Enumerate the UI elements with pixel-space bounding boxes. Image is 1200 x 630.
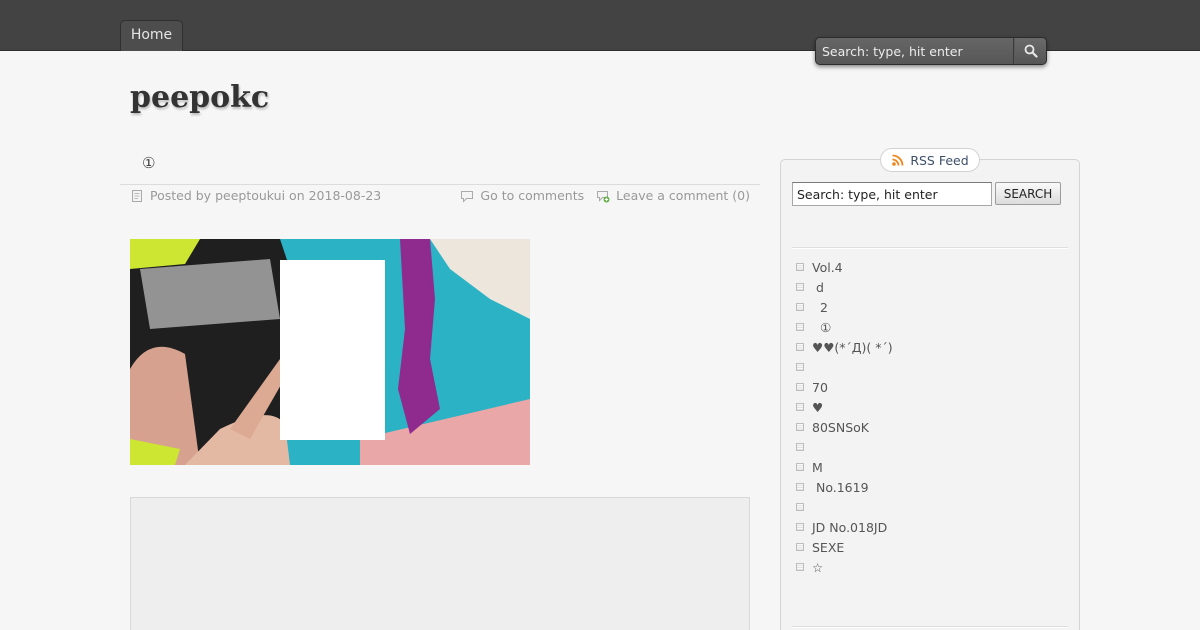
rss-feed-label: RSS Feed [910, 152, 969, 168]
category-list: Vol.4 d 2 ① ♥♥(*´Д)( *´) 70 ♥ 80SNSoK M … [796, 257, 893, 577]
meta-on: on [289, 188, 305, 203]
list-bullet-icon [796, 283, 804, 291]
list-item[interactable]: SEXE [796, 537, 893, 557]
post-meta-divider [120, 184, 760, 185]
document-icon [132, 189, 142, 202]
list-item[interactable]: JD No.018JD [796, 517, 893, 537]
list-bullet-icon [796, 503, 804, 511]
top-search-input[interactable] [816, 38, 1014, 64]
post-photo-illustration [130, 239, 530, 465]
list-bullet-icon [796, 303, 804, 311]
sidebar-divider-bottom [792, 626, 1068, 628]
top-search-box [815, 37, 1047, 65]
list-bullet-icon [796, 483, 804, 491]
rss-icon [892, 154, 904, 166]
post-date: 2018-08-23 [308, 188, 382, 203]
list-item[interactable]: 2 [796, 297, 893, 317]
list-item[interactable]: 70 [796, 377, 893, 397]
list-item[interactable] [796, 497, 893, 517]
list-item[interactable]: ♥♥(*´Д)( *´) [796, 337, 893, 357]
top-search-button[interactable] [1015, 38, 1046, 64]
list-bullet-icon [796, 343, 804, 351]
list-item[interactable] [796, 437, 893, 457]
list-bullet-icon [796, 263, 804, 271]
list-bullet-icon [796, 423, 804, 431]
sidebar-search-input[interactable] [792, 182, 992, 206]
list-item[interactable]: ☆ [796, 557, 893, 577]
add-comment-icon [597, 190, 610, 202]
list-bullet-icon [796, 563, 804, 571]
rss-feed-link[interactable]: RSS Feed [880, 148, 980, 172]
list-bullet-icon [796, 363, 804, 371]
nav-home-tab[interactable]: Home [120, 20, 183, 51]
post-meta: Posted by peeptoukui on 2018-08-23 Go to… [130, 186, 750, 206]
speech-bubble-icon [461, 190, 474, 203]
list-bullet-icon [796, 463, 804, 471]
list-item[interactable]: d [796, 277, 893, 297]
list-item[interactable]: ① [796, 317, 893, 337]
post-author-link[interactable]: peeptoukui [215, 188, 285, 203]
site-title[interactable]: peepokc [130, 80, 269, 115]
list-bullet-icon [796, 403, 804, 411]
list-item[interactable]: Vol.4 [796, 257, 893, 277]
list-bullet-icon [796, 543, 804, 551]
leave-comment-link[interactable]: Leave a comment (0) [616, 188, 750, 203]
meta-posted-by: Posted by [150, 188, 212, 203]
list-item[interactable]: No.1619 [796, 477, 893, 497]
post-content-box [130, 497, 750, 630]
list-item[interactable] [796, 357, 893, 377]
sidebar-divider [792, 247, 1068, 249]
list-bullet-icon [796, 443, 804, 451]
list-item[interactable]: ♥ [796, 397, 893, 417]
list-item[interactable]: M [796, 457, 893, 477]
sidebar-search-button[interactable]: SEARCH [995, 182, 1061, 205]
go-to-comments-link[interactable]: Go to comments [480, 188, 584, 203]
post-title[interactable]: ① [142, 154, 155, 172]
post-image[interactable] [130, 239, 530, 465]
list-bullet-icon [796, 523, 804, 531]
list-item[interactable]: 80SNSoK [796, 417, 893, 437]
search-icon [1024, 44, 1038, 58]
list-bullet-icon [796, 383, 804, 391]
list-bullet-icon [796, 323, 804, 331]
